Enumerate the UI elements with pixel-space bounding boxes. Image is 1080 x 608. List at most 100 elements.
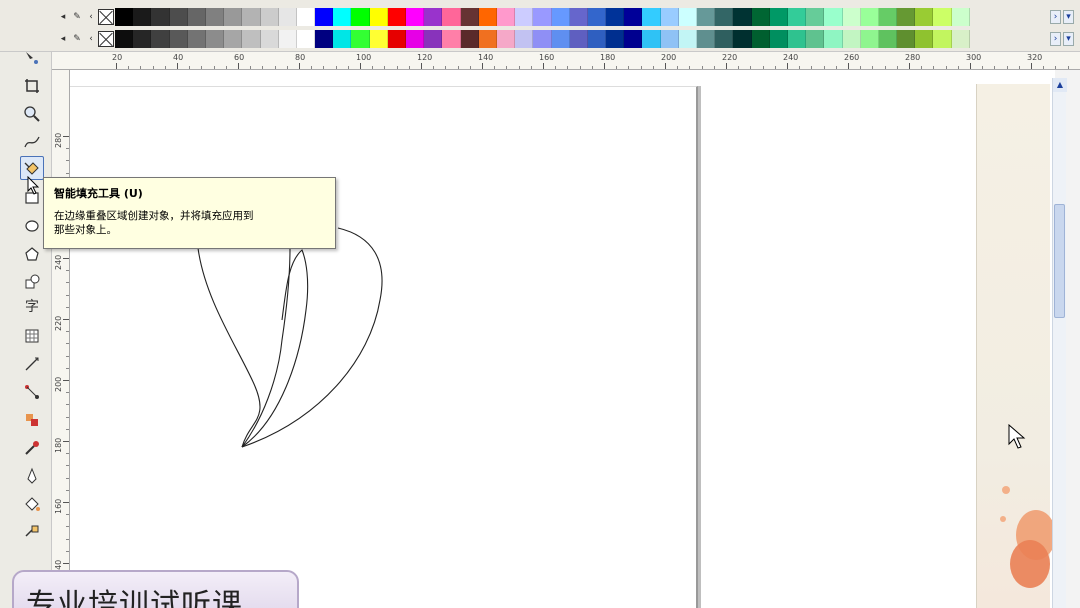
polygon-tool-icon[interactable]: [20, 242, 44, 266]
eyedropper-tool-icon[interactable]: [20, 436, 44, 460]
crop-tool-icon[interactable]: [20, 74, 44, 98]
basic-shapes-tool-icon[interactable]: [20, 270, 44, 294]
color-swatch[interactable]: [315, 30, 334, 48]
palette-scroll-left-icon[interactable]: ◂: [56, 32, 70, 46]
color-swatch[interactable]: [224, 8, 243, 26]
color-swatch[interactable]: [751, 30, 770, 48]
interactive-fill-tool-icon[interactable]: [20, 520, 44, 544]
color-swatch[interactable]: [387, 30, 406, 48]
vertical-ruler[interactable]: 280260240220200180160140: [52, 70, 70, 608]
palette-next-icon[interactable]: ›: [1050, 10, 1061, 24]
text-tool-icon[interactable]: 字: [20, 294, 44, 318]
color-swatch[interactable]: [642, 30, 661, 48]
color-swatch[interactable]: [951, 8, 970, 26]
color-swatch[interactable]: [296, 8, 316, 26]
color-swatch[interactable]: [878, 8, 898, 26]
color-swatch[interactable]: [515, 8, 534, 26]
color-swatch[interactable]: [133, 8, 152, 26]
color-swatch[interactable]: [333, 8, 352, 26]
color-swatch[interactable]: [678, 30, 697, 48]
color-swatch[interactable]: [860, 8, 879, 26]
palette-expand-icon[interactable]: ▾: [1063, 10, 1074, 24]
interactive-blend-tool-icon[interactable]: [20, 408, 44, 432]
color-swatch[interactable]: [897, 30, 916, 48]
color-swatch[interactable]: [333, 30, 352, 48]
color-swatch[interactable]: [296, 30, 316, 48]
color-swatch[interactable]: [369, 30, 388, 48]
color-swatch[interactable]: [351, 30, 370, 48]
color-swatch[interactable]: [478, 8, 497, 26]
color-swatch[interactable]: [260, 30, 279, 48]
color-swatch[interactable]: [715, 8, 734, 26]
color-swatch[interactable]: [205, 30, 225, 48]
no-color-swatch[interactable]: [98, 31, 114, 47]
color-swatch[interactable]: [933, 30, 952, 48]
color-swatch[interactable]: [406, 30, 425, 48]
color-swatch[interactable]: [115, 8, 134, 26]
color-swatch[interactable]: [697, 30, 716, 48]
color-swatch[interactable]: [242, 8, 261, 26]
color-swatch[interactable]: [387, 8, 406, 26]
color-swatch[interactable]: [496, 30, 516, 48]
color-swatch[interactable]: [169, 8, 188, 26]
color-swatch[interactable]: [587, 30, 607, 48]
scrollbar-thumb[interactable]: [1054, 204, 1065, 318]
color-swatch[interactable]: [424, 8, 443, 26]
connector-tool-icon[interactable]: [20, 380, 44, 404]
color-swatch[interactable]: [769, 30, 788, 48]
color-swatch[interactable]: [787, 30, 807, 48]
color-swatch[interactable]: [951, 30, 970, 48]
palette-options-icon[interactable]: ‹: [84, 32, 98, 46]
zoom-tool-icon[interactable]: [20, 102, 44, 126]
color-swatch[interactable]: [733, 8, 752, 26]
color-swatch[interactable]: [260, 8, 279, 26]
color-swatch[interactable]: [278, 8, 297, 26]
vertical-scrollbar[interactable]: ▲: [1052, 78, 1067, 608]
color-swatch[interactable]: [187, 8, 206, 26]
scroll-up-icon[interactable]: ▲: [1053, 78, 1067, 92]
eyedropper-icon[interactable]: ✎: [70, 10, 84, 24]
color-swatch[interactable]: [278, 30, 297, 48]
color-swatch[interactable]: [533, 30, 552, 48]
color-swatch[interactable]: [442, 30, 461, 48]
color-swatch[interactable]: [697, 8, 716, 26]
table-tool-icon[interactable]: [20, 324, 44, 348]
color-swatch[interactable]: [369, 8, 388, 26]
color-swatch[interactable]: [406, 8, 425, 26]
palette-expand-icon[interactable]: ▾: [1063, 32, 1074, 46]
no-color-swatch[interactable]: [98, 9, 114, 25]
color-swatch[interactable]: [551, 30, 570, 48]
color-swatch[interactable]: [915, 30, 934, 48]
color-swatch[interactable]: [478, 30, 497, 48]
color-swatch[interactable]: [115, 30, 134, 48]
color-swatch[interactable]: [660, 8, 679, 26]
fill-tool-icon[interactable]: [20, 492, 44, 516]
color-swatch[interactable]: [715, 30, 734, 48]
color-swatch[interactable]: [224, 30, 243, 48]
color-swatch[interactable]: [660, 30, 679, 48]
color-swatch[interactable]: [806, 30, 825, 48]
palette-next-icon[interactable]: ›: [1050, 32, 1061, 46]
color-swatch[interactable]: [897, 8, 916, 26]
freehand-tool-icon[interactable]: [20, 130, 44, 154]
color-swatch[interactable]: [133, 30, 152, 48]
color-swatch[interactable]: [751, 8, 770, 26]
color-swatch[interactable]: [151, 8, 170, 26]
eyedropper-icon[interactable]: ✎: [70, 32, 84, 46]
color-swatch[interactable]: [151, 30, 170, 48]
palette-scroll-left-icon[interactable]: ◂: [56, 10, 70, 24]
color-swatch[interactable]: [205, 8, 225, 26]
ellipse-tool-icon[interactable]: [20, 214, 44, 238]
color-swatch[interactable]: [351, 8, 370, 26]
color-swatch[interactable]: [533, 8, 552, 26]
color-swatch[interactable]: [606, 8, 625, 26]
color-swatch[interactable]: [642, 8, 661, 26]
color-swatch[interactable]: [915, 8, 934, 26]
palette-options-icon[interactable]: ‹: [84, 10, 98, 24]
color-swatch[interactable]: [569, 30, 588, 48]
color-swatch[interactable]: [860, 30, 879, 48]
color-swatch[interactable]: [442, 8, 461, 26]
color-swatch[interactable]: [551, 8, 570, 26]
color-swatch[interactable]: [824, 30, 843, 48]
color-swatch[interactable]: [733, 30, 752, 48]
